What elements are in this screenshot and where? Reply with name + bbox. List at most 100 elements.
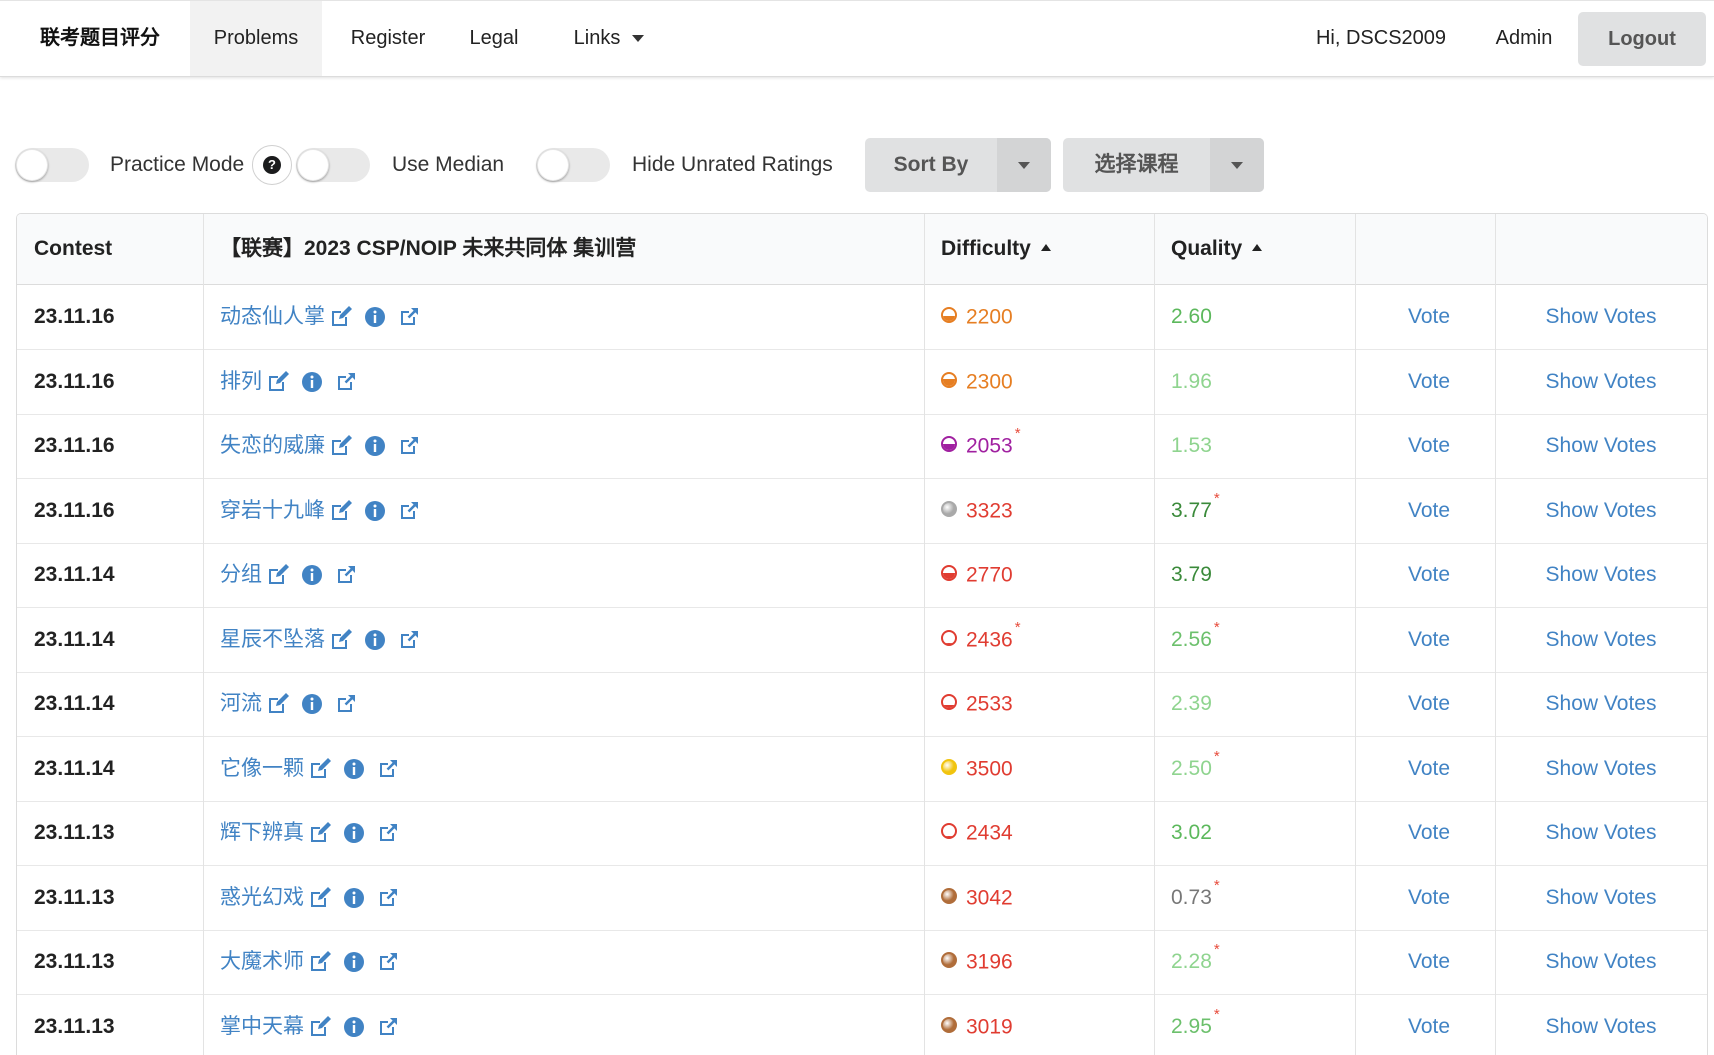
practice-mode-label: Practice Mode xyxy=(110,148,244,182)
external-link-icon[interactable] xyxy=(397,628,421,652)
info-icon[interactable] xyxy=(342,886,366,910)
contest-date: 23.11.13 xyxy=(34,930,115,994)
external-link-icon[interactable] xyxy=(334,370,358,394)
problem-link[interactable]: 辉下辨真 xyxy=(220,821,304,844)
show-votes-link[interactable]: Show Votes xyxy=(1495,608,1707,672)
difficulty-value: 3019 xyxy=(966,1015,1013,1038)
show-votes-link[interactable]: Show Votes xyxy=(1495,930,1707,994)
edit-icon[interactable] xyxy=(266,563,290,587)
show-votes-link[interactable]: Show Votes xyxy=(1495,285,1707,349)
vote-link[interactable]: Vote xyxy=(1354,350,1504,414)
info-icon[interactable] xyxy=(342,950,366,974)
difficulty-circle-icon xyxy=(941,372,957,388)
problem-link[interactable]: 掌中天幕 xyxy=(220,1015,304,1038)
edit-icon[interactable] xyxy=(329,628,353,652)
edit-icon[interactable] xyxy=(266,692,290,716)
header-quality[interactable]: Quality xyxy=(1154,214,1262,284)
header-contest[interactable]: Contest xyxy=(17,214,112,284)
external-link-icon[interactable] xyxy=(397,434,421,458)
practice-mode-help-button[interactable]: ? xyxy=(252,145,292,185)
vote-link[interactable]: Vote xyxy=(1354,930,1504,994)
problem-link[interactable]: 分组 xyxy=(220,563,262,586)
vote-link[interactable]: Vote xyxy=(1354,479,1504,543)
hide-unrated-toggle[interactable] xyxy=(536,148,610,182)
header-problem[interactable]: 【联赛】2023 CSP/NOIP 未来共同体 集训营 xyxy=(203,214,636,284)
info-icon[interactable] xyxy=(342,757,366,781)
show-votes-link[interactable]: Show Votes xyxy=(1495,543,1707,607)
edit-icon[interactable] xyxy=(308,821,332,845)
external-link-icon[interactable] xyxy=(334,563,358,587)
header-difficulty[interactable]: Difficulty xyxy=(924,214,1051,284)
toggle-knob xyxy=(537,149,569,181)
info-icon[interactable] xyxy=(300,563,324,587)
edit-icon[interactable] xyxy=(329,499,353,523)
vote-link[interactable]: Vote xyxy=(1354,285,1504,349)
edit-icon[interactable] xyxy=(308,950,332,974)
sort-by-dropdown[interactable]: Sort By xyxy=(865,138,1051,192)
external-link-icon[interactable] xyxy=(334,692,358,716)
edit-icon[interactable] xyxy=(329,305,353,329)
external-link-icon[interactable] xyxy=(376,886,400,910)
external-link-icon[interactable] xyxy=(376,1015,400,1039)
info-icon[interactable] xyxy=(300,370,324,394)
logout-button[interactable]: Logout xyxy=(1578,12,1706,66)
show-votes-link[interactable]: Show Votes xyxy=(1495,801,1707,865)
header-difficulty-label: Difficulty xyxy=(941,237,1031,260)
use-median-toggle[interactable] xyxy=(296,148,370,182)
problem-link[interactable]: 动态仙人掌 xyxy=(220,305,325,328)
external-link-icon[interactable] xyxy=(376,821,400,845)
problem-link[interactable]: 失恋的威廉 xyxy=(220,434,325,457)
show-votes-link[interactable]: Show Votes xyxy=(1495,414,1707,478)
vote-link[interactable]: Vote xyxy=(1354,801,1504,865)
nav-links-dropdown[interactable]: Links xyxy=(554,1,664,76)
show-votes-link[interactable]: Show Votes xyxy=(1495,672,1707,736)
problem-link[interactable]: 穿岩十九峰 xyxy=(220,499,325,522)
show-votes-link[interactable]: Show Votes xyxy=(1495,350,1707,414)
problem-link[interactable]: 它像一颗 xyxy=(220,757,304,780)
vote-link[interactable]: Vote xyxy=(1354,866,1504,930)
external-link-icon[interactable] xyxy=(376,950,400,974)
course-select-dropdown[interactable]: 选择课程 xyxy=(1063,138,1264,192)
info-icon[interactable] xyxy=(300,692,324,716)
nav-problems[interactable]: Problems xyxy=(190,1,322,76)
external-link-icon[interactable] xyxy=(397,499,421,523)
nav-admin[interactable]: Admin xyxy=(1482,1,1566,76)
edit-icon[interactable] xyxy=(329,434,353,458)
course-select-toggle[interactable] xyxy=(1210,138,1264,192)
table-row: 23.11.16失恋的威廉2053*1.53VoteShow Votes xyxy=(17,414,1707,479)
problem-cell: 穿岩十九峰 xyxy=(220,479,421,543)
edit-icon[interactable] xyxy=(266,370,290,394)
nav-legal[interactable]: Legal xyxy=(456,1,532,76)
info-icon[interactable] xyxy=(363,434,387,458)
nav-register[interactable]: Register xyxy=(334,1,442,76)
show-votes-link[interactable]: Show Votes xyxy=(1495,995,1707,1055)
show-votes-link[interactable]: Show Votes xyxy=(1495,866,1707,930)
problem-link[interactable]: 河流 xyxy=(220,692,262,715)
edit-icon[interactable] xyxy=(308,757,332,781)
edit-icon[interactable] xyxy=(308,886,332,910)
vote-link[interactable]: Vote xyxy=(1354,608,1504,672)
show-votes-link[interactable]: Show Votes xyxy=(1495,737,1707,801)
info-icon[interactable] xyxy=(363,305,387,329)
info-icon[interactable] xyxy=(342,821,366,845)
info-icon[interactable] xyxy=(342,1015,366,1039)
show-votes-link[interactable]: Show Votes xyxy=(1495,479,1707,543)
vote-link[interactable]: Vote xyxy=(1354,995,1504,1055)
info-icon[interactable] xyxy=(363,628,387,652)
info-icon[interactable] xyxy=(363,499,387,523)
vote-link[interactable]: Vote xyxy=(1354,672,1504,736)
vote-link[interactable]: Vote xyxy=(1354,414,1504,478)
vote-link[interactable]: Vote xyxy=(1354,543,1504,607)
external-link-icon[interactable] xyxy=(397,305,421,329)
problem-link[interactable]: 大魔术师 xyxy=(220,950,304,973)
practice-mode-toggle[interactable] xyxy=(15,148,89,182)
problem-link[interactable]: 排列 xyxy=(220,370,262,393)
site-brand[interactable]: 联考题目评分 xyxy=(40,1,160,76)
sort-by-toggle[interactable] xyxy=(997,138,1051,192)
external-link-icon[interactable] xyxy=(376,757,400,781)
difficulty-value: 2434 xyxy=(966,821,1013,844)
problem-link[interactable]: 星辰不坠落 xyxy=(220,628,325,651)
edit-icon[interactable] xyxy=(308,1015,332,1039)
vote-link[interactable]: Vote xyxy=(1354,737,1504,801)
problem-link[interactable]: 惑光幻戏 xyxy=(220,886,304,909)
